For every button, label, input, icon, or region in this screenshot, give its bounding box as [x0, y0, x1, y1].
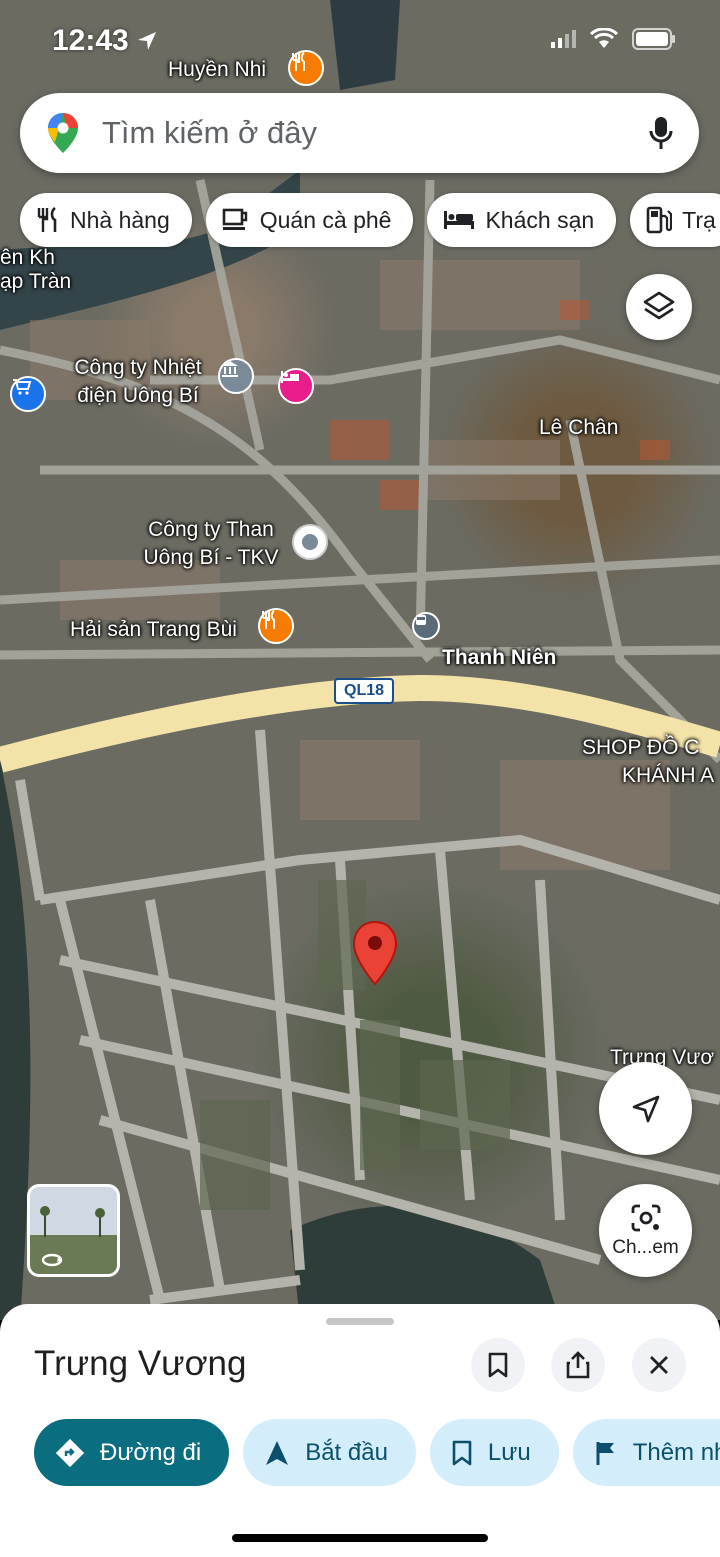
- signal-icon: [551, 30, 576, 48]
- battery-icon: [632, 28, 675, 50]
- layers-button[interactable]: [626, 274, 692, 340]
- wifi-icon: [590, 28, 618, 48]
- map-label-cong-ty-than[interactable]: Công ty Than Uông Bí - TKV: [126, 516, 296, 572]
- drag-handle[interactable]: [326, 1318, 394, 1325]
- chip-label: Nhà hàng: [70, 206, 170, 233]
- bank-icon[interactable]: [218, 358, 254, 394]
- lens-camera-icon: [631, 1204, 660, 1231]
- add-label-button[interactable]: Thêm nh: [572, 1419, 720, 1486]
- status-icons: [550, 28, 676, 50]
- close-button[interactable]: [632, 1338, 686, 1392]
- camera-button-label: Ch...em: [612, 1236, 679, 1258]
- shopping-cart-icon[interactable]: [10, 376, 46, 412]
- status-time: 12:43: [52, 24, 129, 57]
- chip-coffee[interactable]: Quán cà phê: [205, 193, 414, 247]
- map-label-shop-1[interactable]: SHOP ĐỒ C: [582, 734, 699, 762]
- start-button[interactable]: Bắt đầu: [243, 1419, 416, 1486]
- directions-icon: [56, 1438, 84, 1467]
- save-bookmark-button[interactable]: [471, 1338, 525, 1392]
- flag-icon: [595, 1440, 617, 1466]
- navigation-arrow-icon: [632, 1095, 659, 1122]
- action-label: Thêm nh: [632, 1438, 720, 1466]
- navigation-arrow-icon: [265, 1440, 289, 1466]
- map-label-line: Uông Bí - TKV: [143, 546, 279, 569]
- microphone-icon[interactable]: [649, 115, 673, 151]
- bookmark-icon: [488, 1352, 508, 1378]
- action-label: Đường đi: [100, 1438, 202, 1466]
- chip-hotels[interactable]: Khách sạn: [427, 193, 617, 247]
- map-label-line: Công ty Nhiệt: [74, 356, 202, 379]
- location-arrow-icon: [138, 32, 156, 50]
- chip-gas-stations[interactable]: Trạ: [630, 193, 720, 247]
- place-marker-dot: [302, 534, 318, 550]
- place-marker-icon[interactable]: [292, 524, 328, 560]
- chip-label: Trạ: [682, 206, 716, 233]
- restaurant-icon[interactable]: [258, 608, 294, 644]
- fork-knife-icon: [36, 207, 60, 233]
- gas-station-icon: [646, 206, 673, 234]
- hotel-icon[interactable]: [278, 368, 314, 404]
- street-view-rotate-icon: [40, 1206, 105, 1267]
- chip-restaurants[interactable]: Nhà hàng: [20, 193, 192, 247]
- street-view-thumbnail[interactable]: [27, 1184, 120, 1277]
- map-label-thanh-nien: Thanh Niên: [442, 646, 557, 669]
- map-label-shop-2[interactable]: KHÁNH A: [622, 762, 714, 790]
- place-bottom-sheet[interactable]: Trưng Vương Đường đi Bắt đầu Lưu Thêm nh: [0, 1304, 720, 1557]
- map-label-road-left-2: ạp Tràn: [0, 270, 72, 293]
- save-button[interactable]: Lưu: [429, 1419, 559, 1486]
- google-maps-logo-icon: [48, 113, 78, 153]
- action-buttons: Đường đi Bắt đầu Lưu Thêm nh: [34, 1419, 720, 1486]
- status-bar: 12:43: [0, 0, 720, 80]
- directions-button[interactable]: Đường đi: [34, 1419, 230, 1486]
- coffee-cup-icon: [222, 208, 250, 232]
- search-bar[interactable]: Tìm kiếm ở đây: [20, 93, 699, 173]
- my-location-button[interactable]: [599, 1062, 692, 1155]
- search-placeholder[interactable]: Tìm kiếm ở đây: [102, 115, 649, 151]
- chip-label: Quán cà phê: [259, 206, 392, 233]
- close-icon: [650, 1356, 668, 1374]
- map-label-le-chan: Lê Chân: [539, 416, 619, 439]
- home-indicator[interactable]: [232, 1534, 488, 1542]
- map-label-hai-san[interactable]: Hải sản Trang Bùi: [70, 616, 237, 644]
- layers-icon: [643, 291, 675, 320]
- highway-shield: QL18: [334, 678, 395, 704]
- bus-stop-icon[interactable]: [412, 612, 440, 640]
- map-label-line: điện Uông Bí: [77, 384, 199, 407]
- camera-search-button[interactable]: Ch...em: [599, 1184, 692, 1277]
- category-chips: Nhà hàng Quán cà phê Khách sạn Trạ: [20, 193, 720, 249]
- share-icon: [566, 1351, 590, 1379]
- chip-label: Khách sạn: [485, 206, 595, 233]
- location-pin-icon[interactable]: [352, 920, 398, 986]
- map-label-cong-ty-nhiet[interactable]: Công ty Nhiệt điện Uông Bí: [58, 354, 218, 410]
- bookmark-icon: [452, 1440, 472, 1466]
- place-title: Trưng Vương: [34, 1344, 247, 1383]
- map-label-line: Công ty Than: [148, 518, 274, 541]
- action-label: Bắt đầu: [305, 1438, 388, 1466]
- share-button[interactable]: [551, 1338, 605, 1392]
- action-label: Lưu: [487, 1438, 531, 1466]
- bed-icon: [443, 209, 475, 231]
